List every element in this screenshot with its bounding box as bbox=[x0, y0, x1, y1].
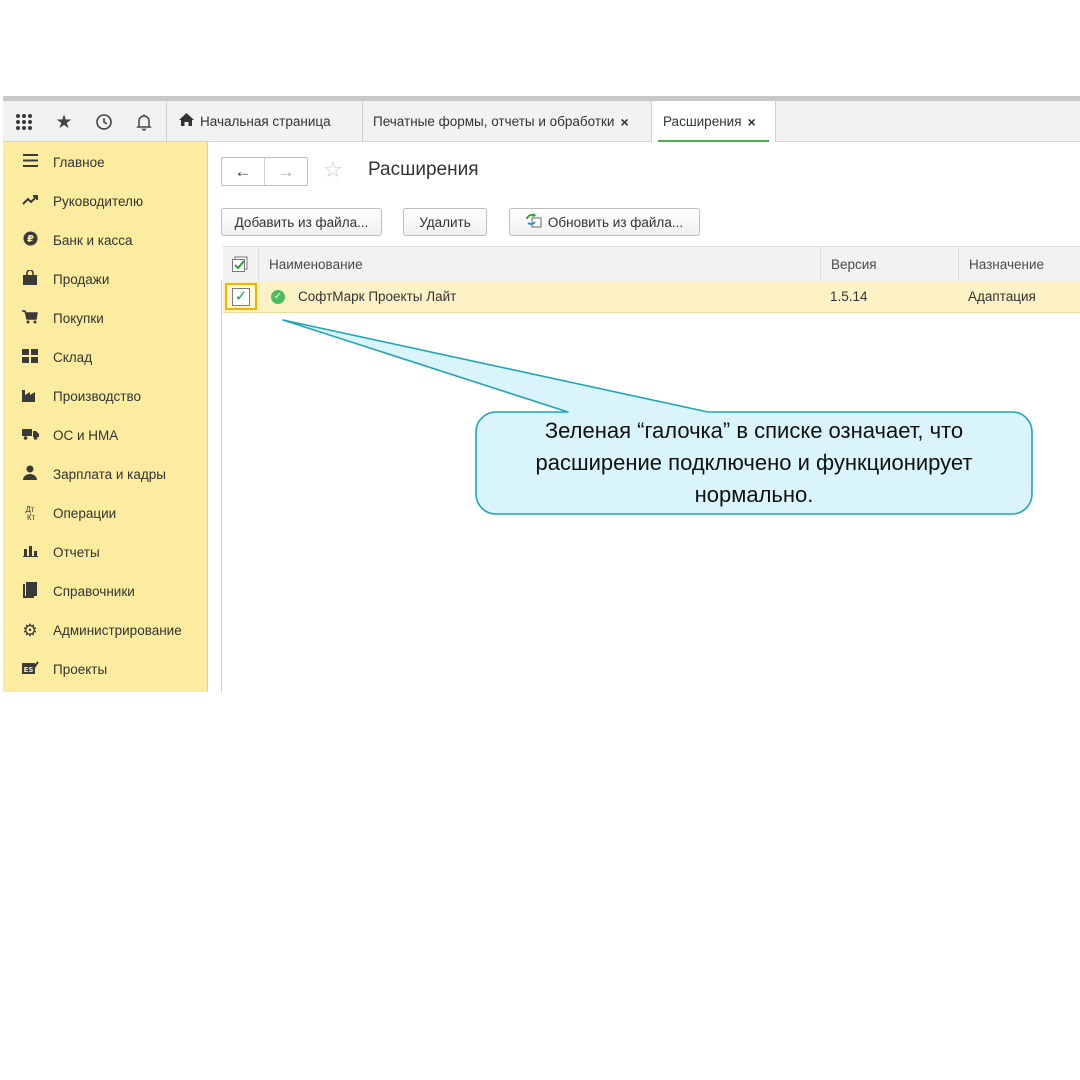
sidebar-item-purchases[interactable]: Покупки bbox=[3, 299, 207, 338]
callout-line: Зеленая “галочка” в списке означает, что bbox=[544, 418, 964, 443]
cell-name: ✓ СофтМарк Проекты Лайт bbox=[261, 281, 820, 312]
bar-chart-icon bbox=[20, 544, 40, 561]
person-icon bbox=[20, 465, 40, 484]
dt-kt-icon: Дт Кт bbox=[24, 504, 36, 522]
sidebar-item-assets[interactable]: ОС и НМА bbox=[3, 416, 207, 455]
sidebar-item-label: Главное bbox=[53, 155, 105, 170]
form-left-border bbox=[221, 280, 222, 692]
cell-version: 1.5.14 bbox=[830, 289, 868, 304]
svg-text:ES: ES bbox=[23, 666, 33, 674]
tab-label: Расширения bbox=[663, 114, 742, 129]
projects-icon: ES bbox=[20, 660, 40, 679]
apps-grid-icon[interactable] bbox=[11, 109, 37, 135]
menu-lines-icon bbox=[20, 154, 40, 171]
sidebar-item-operations[interactable]: Дт Кт Операции bbox=[3, 494, 207, 533]
table-row[interactable]: ✓ ✓ СофтМарк Проекты Лайт 1.5.14 Адаптац… bbox=[223, 281, 1080, 313]
sidebar-item-label: Администрирование bbox=[53, 623, 182, 638]
sidebar-item-label: Руководителю bbox=[53, 194, 144, 209]
page-title: Расширения bbox=[368, 159, 479, 180]
add-from-file-button[interactable]: Добавить из файла... bbox=[221, 208, 382, 236]
back-button[interactable]: ← bbox=[222, 158, 265, 185]
warehouse-grid-icon bbox=[20, 348, 40, 367]
tab-label: Начальная страница bbox=[200, 114, 331, 129]
sections-panel: Главное Руководителю ₽ Банк и касса Прод… bbox=[3, 142, 208, 692]
ruble-coin-icon: ₽ bbox=[20, 231, 40, 250]
sidebar-item-label: Справочники bbox=[53, 584, 135, 599]
sidebar-item-bank[interactable]: ₽ Банк и касса bbox=[3, 221, 207, 260]
sidebar-item-main[interactable]: Главное bbox=[3, 143, 207, 182]
extension-name: СофтМарк Проекты Лайт bbox=[298, 289, 457, 304]
forward-button[interactable]: → bbox=[265, 158, 307, 185]
sidebar-item-label: Покупки bbox=[53, 311, 104, 326]
sidebar-item-projects[interactable]: ES Проекты bbox=[3, 650, 207, 689]
shopping-cart-icon bbox=[20, 309, 40, 328]
top-panel: ★ Начальная страница Печатные формы, отч… bbox=[3, 96, 1080, 143]
sidebar-item-label: Склад bbox=[53, 350, 93, 365]
delete-button[interactable]: Удалить bbox=[403, 208, 487, 236]
gear-icon: ⚙ bbox=[22, 620, 38, 640]
update-file-icon bbox=[526, 213, 542, 231]
sidebar-item-label: Отчеты bbox=[53, 545, 100, 560]
connected-status-icon: ✓ bbox=[271, 289, 285, 304]
callout-line: нормально. bbox=[694, 482, 814, 507]
close-icon[interactable]: × bbox=[748, 114, 756, 130]
sidebar-item-label: Производство bbox=[53, 389, 142, 404]
favorites-star-icon[interactable]: ★ bbox=[51, 109, 77, 135]
callout-text: Зеленая “галочка” в списке означает, что… bbox=[476, 412, 1032, 514]
sidebar-item-administration[interactable]: ⚙ Администрирование bbox=[3, 611, 207, 650]
callout-line: расширение подключено и функционирует bbox=[535, 450, 973, 475]
table-header: Наименование Версия Назначение bbox=[223, 246, 1080, 282]
tab-label: Печатные формы, отчеты и обработки bbox=[373, 114, 615, 129]
sidebar-item-warehouse[interactable]: Склад bbox=[3, 338, 207, 377]
add-to-favorites-star-icon[interactable]: ☆ bbox=[323, 157, 343, 183]
select-all-checkbox-icon[interactable] bbox=[223, 247, 257, 281]
app-window: ★ Начальная страница Печатные формы, отч… bbox=[3, 96, 1080, 692]
sidebar-item-production[interactable]: Производство bbox=[3, 377, 207, 416]
sidebar-item-label: Продажи bbox=[53, 272, 110, 287]
sidebar-item-label: Операции bbox=[53, 506, 117, 521]
active-checkbox[interactable]: ✓ bbox=[225, 283, 257, 310]
sidebar-item-salary[interactable]: Зарплата и кадры bbox=[3, 455, 207, 494]
sidebar-item-reports[interactable]: Отчеты bbox=[3, 533, 207, 572]
factory-icon bbox=[20, 388, 40, 406]
sidebar-item-director[interactable]: Руководителю bbox=[3, 182, 207, 221]
shopping-bag-icon bbox=[20, 269, 40, 289]
sidebar-item-catalogs[interactable]: Справочники bbox=[3, 572, 207, 611]
cell-purpose: Адаптация bbox=[968, 289, 1036, 304]
button-label: Обновить из файла... bbox=[547, 214, 684, 230]
notifications-bell-icon[interactable] bbox=[131, 109, 157, 135]
sidebar-item-label: Банк и касса bbox=[53, 233, 133, 248]
home-icon bbox=[179, 113, 194, 130]
sidebar-item-label: Зарплата и кадры bbox=[53, 467, 166, 482]
update-from-file-button[interactable]: Обновить из файла... bbox=[509, 208, 700, 236]
tab-home[interactable]: Начальная страница bbox=[167, 101, 363, 142]
column-header-name[interactable]: Наименование bbox=[258, 247, 820, 281]
sidebar-item-sales[interactable]: Продажи bbox=[3, 260, 207, 299]
tab-extensions[interactable]: Расширения × bbox=[652, 101, 776, 143]
close-icon[interactable]: × bbox=[620, 114, 628, 130]
sidebar-item-label: ОС и НМА bbox=[53, 428, 119, 443]
svg-text:₽: ₽ bbox=[27, 234, 34, 245]
checkmark-icon: ✓ bbox=[232, 287, 250, 306]
books-icon bbox=[20, 581, 40, 602]
history-icon[interactable] bbox=[91, 109, 117, 135]
navigation-buttons: ← → bbox=[221, 157, 308, 186]
column-header-purpose[interactable]: Назначение bbox=[958, 247, 1080, 281]
truck-icon bbox=[20, 427, 40, 444]
trend-chart-icon bbox=[20, 193, 40, 210]
sidebar-item-label: Проекты bbox=[53, 662, 108, 677]
column-header-version[interactable]: Версия bbox=[820, 247, 958, 281]
tab-print-forms[interactable]: Печатные формы, отчеты и обработки × bbox=[363, 101, 652, 142]
